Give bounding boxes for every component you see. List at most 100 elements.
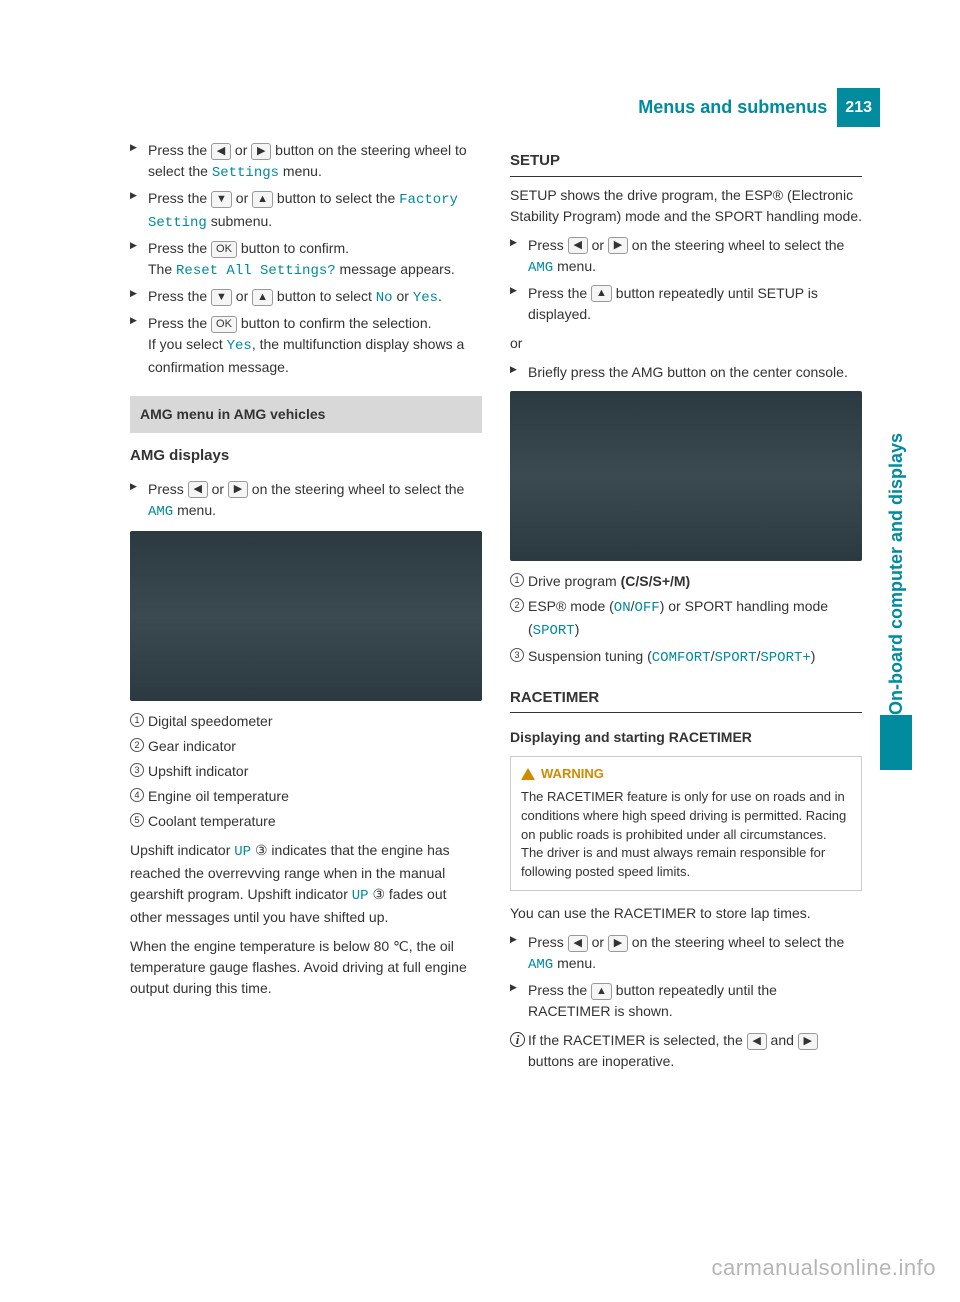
heading-setup: SETUP bbox=[510, 150, 862, 177]
button-box-icon: ▼ bbox=[211, 289, 232, 306]
step-text: Press ◀ or ▶ on the steering wheel to se… bbox=[148, 479, 482, 523]
step-text: Press the OK button to confirm the selec… bbox=[148, 313, 482, 378]
step-text: Press the OK button to confirm.The Reset… bbox=[148, 238, 482, 282]
callout-number-icon: 2 bbox=[130, 736, 148, 757]
callout-number-icon: 3 bbox=[130, 761, 148, 782]
heading-amg-displays: AMG displays bbox=[130, 445, 482, 471]
step-arrow-icon bbox=[130, 479, 148, 523]
step-arrow-icon bbox=[510, 980, 528, 1022]
warning-icon bbox=[521, 768, 535, 780]
step-text: Press the ▼ or ▲ button to select No or … bbox=[148, 286, 482, 309]
button-box-icon: ▲ bbox=[591, 983, 612, 1000]
callout-text: Gear indicator bbox=[148, 736, 482, 757]
button-box-icon: ◀ bbox=[188, 481, 208, 498]
side-tab-marker bbox=[880, 715, 912, 770]
button-box-icon: ◀ bbox=[747, 1033, 767, 1050]
step-arrow-icon bbox=[510, 235, 528, 279]
button-box-icon: ▲ bbox=[591, 285, 612, 302]
paragraph-engine-temp: When the engine temperature is below 80 … bbox=[130, 936, 482, 999]
callout-text: Coolant temperature bbox=[148, 811, 482, 832]
button-box-icon: ▼ bbox=[211, 191, 232, 208]
step-text: Press the ▼ or ▲ button to select the Fa… bbox=[148, 188, 482, 234]
callout-number-icon: 1 bbox=[130, 711, 148, 732]
step-text: Press ◀ or ▶ on the steering wheel to se… bbox=[528, 235, 862, 279]
button-box-icon: ▶ bbox=[251, 143, 271, 160]
step-item: Press the ▲ button repeatedly until the … bbox=[510, 980, 862, 1022]
step-text: Press the ◀ or ▶ button on the steering … bbox=[148, 140, 482, 184]
callout-number-icon: 4 bbox=[130, 786, 148, 807]
amg-display-illustration bbox=[130, 531, 482, 701]
side-tab: On-board computer and displays bbox=[880, 130, 912, 770]
callout-item: 1Digital speedometer bbox=[130, 711, 482, 732]
content-columns: Press the ◀ or ▶ button on the steering … bbox=[130, 140, 862, 1080]
step-arrow-icon bbox=[510, 362, 528, 383]
step-item: Press the ◀ or ▶ button on the steering … bbox=[130, 140, 482, 184]
info-note: i If the RACETIMER is selected, the ◀ an… bbox=[510, 1030, 862, 1072]
callout-text: Digital speedometer bbox=[148, 711, 482, 732]
callout-item: 2ESP® mode (ON/OFF) or SPORT handling mo… bbox=[510, 596, 862, 642]
step-item: Press the ▼ or ▲ button to select the Fa… bbox=[130, 188, 482, 234]
right-column: SETUP SETUP shows the drive program, the… bbox=[510, 140, 862, 1080]
section-heading-amg: AMG menu in AMG vehicles bbox=[130, 396, 482, 433]
button-box-icon: ▲ bbox=[252, 191, 273, 208]
paragraph-racetimer: You can use the RACETIMER to store lap t… bbox=[510, 903, 862, 924]
button-box-icon: ◀ bbox=[568, 935, 588, 952]
button-box-icon: ▶ bbox=[608, 237, 628, 254]
callout-text: ESP® mode (ON/OFF) or SPORT handling mod… bbox=[528, 596, 862, 642]
paragraph-setup: SETUP shows the drive program, the ESP® … bbox=[510, 185, 862, 227]
subheading-racetimer-start: Displaying and starting RACETIMER bbox=[510, 727, 862, 748]
page-header: Menus and submenus 213 bbox=[628, 88, 880, 127]
warning-box: WARNING The RACETIMER feature is only fo… bbox=[510, 756, 862, 891]
page-number: 213 bbox=[837, 88, 880, 127]
left-column: Press the ◀ or ▶ button on the steering … bbox=[130, 140, 482, 1080]
callout-text: Engine oil temperature bbox=[148, 786, 482, 807]
callout-text: Upshift indicator bbox=[148, 761, 482, 782]
step-item: Press ◀ or ▶ on the steering wheel to se… bbox=[130, 479, 482, 523]
paragraph-upshift: Upshift indicator UP ③ indicates that th… bbox=[130, 840, 482, 928]
step-text: Press the ▲ button repeatedly until SETU… bbox=[528, 283, 862, 325]
step-item: Press ◀ or ▶ on the steering wheel to se… bbox=[510, 932, 862, 976]
button-box-icon: OK bbox=[211, 241, 237, 258]
callout-text: Suspension tuning (COMFORT/SPORT/SPORT+) bbox=[528, 646, 862, 669]
step-item: Press the ▲ button repeatedly until SETU… bbox=[510, 283, 862, 325]
step-arrow-icon bbox=[130, 313, 148, 378]
button-box-icon: ▶ bbox=[608, 935, 628, 952]
callout-text: Drive program (C/S/S+/M) bbox=[528, 571, 862, 592]
step-text: Press ◀ or ▶ on the steering wheel to se… bbox=[528, 932, 862, 976]
step-arrow-icon bbox=[130, 286, 148, 309]
button-box-icon: ▲ bbox=[252, 289, 273, 306]
step-arrow-icon bbox=[510, 932, 528, 976]
step-item: Press the ▼ or ▲ button to select No or … bbox=[130, 286, 482, 309]
step-item: Press the OK button to confirm the selec… bbox=[130, 313, 482, 378]
button-box-icon: ▶ bbox=[228, 481, 248, 498]
setup-display-illustration bbox=[510, 391, 862, 561]
side-tab-label: On-board computer and displays bbox=[883, 130, 910, 715]
step-arrow-icon bbox=[130, 140, 148, 184]
callout-number-icon: 2 bbox=[510, 596, 528, 642]
callout-item: 1Drive program (C/S/S+/M) bbox=[510, 571, 862, 592]
step-item: Press ◀ or ▶ on the steering wheel to se… bbox=[510, 235, 862, 279]
info-icon: i bbox=[510, 1030, 528, 1072]
callout-number-icon: 5 bbox=[130, 811, 148, 832]
heading-racetimer: RACETIMER bbox=[510, 687, 862, 714]
step-text: Briefly press the AMG button on the cent… bbox=[528, 362, 862, 383]
button-box-icon: ▶ bbox=[798, 1033, 818, 1050]
callout-number-icon: 3 bbox=[510, 646, 528, 669]
or-label: or bbox=[510, 333, 862, 354]
watermark: carmanualsonline.info bbox=[711, 1251, 936, 1284]
warning-heading: WARNING bbox=[521, 765, 851, 784]
step-arrow-icon bbox=[510, 283, 528, 325]
callout-number-icon: 1 bbox=[510, 571, 528, 592]
warning-text: The RACETIMER feature is only for use on… bbox=[521, 788, 851, 882]
button-box-icon: OK bbox=[211, 316, 237, 333]
callout-item: 4Engine oil temperature bbox=[130, 786, 482, 807]
step-text: Press the ▲ button repeatedly until the … bbox=[528, 980, 862, 1022]
step-arrow-icon bbox=[130, 188, 148, 234]
step-arrow-icon bbox=[130, 238, 148, 282]
callout-item: 3Suspension tuning (COMFORT/SPORT/SPORT+… bbox=[510, 646, 862, 669]
callout-item: 5Coolant temperature bbox=[130, 811, 482, 832]
warning-label: WARNING bbox=[541, 765, 604, 784]
callout-item: 2Gear indicator bbox=[130, 736, 482, 757]
callout-item: 3Upshift indicator bbox=[130, 761, 482, 782]
button-box-icon: ◀ bbox=[568, 237, 588, 254]
